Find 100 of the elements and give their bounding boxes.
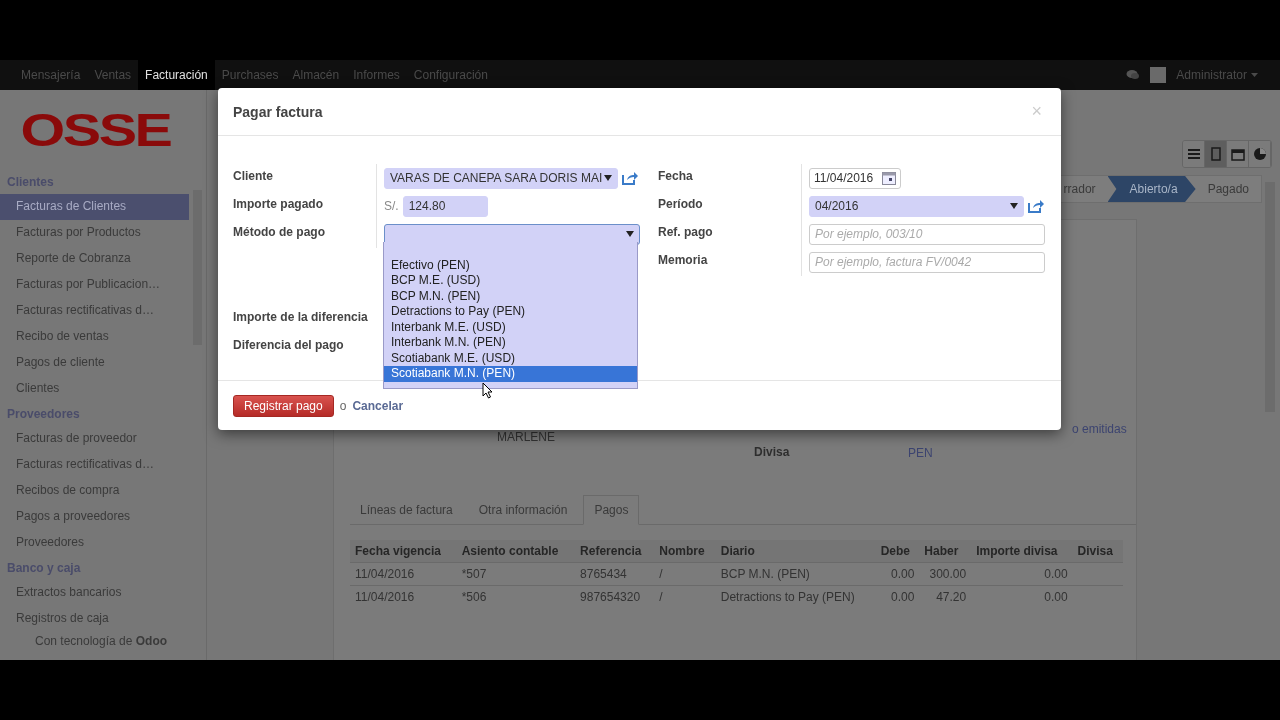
cancel-link[interactable]: Cancelar [352, 398, 404, 413]
or-text: o [339, 398, 347, 413]
dropdown-option[interactable]: Scotiabank M.E. (USD) [384, 350, 637, 366]
table-cell: Detractions to Pay (PEN) [715, 585, 876, 608]
payment-method-select[interactable] [384, 223, 640, 245]
external-link-icon[interactable] [622, 171, 638, 185]
column-header: Haber [919, 540, 972, 563]
chat-icon[interactable] [1126, 69, 1141, 81]
table-cell: 11/04/2016 [350, 562, 457, 586]
table-cell: 47.20 [919, 585, 972, 608]
sidebar-item[interactable]: Recibo de ventas [0, 324, 189, 350]
dropdown-option[interactable]: Interbank M.N. (PEN) [384, 335, 637, 351]
table-cell: BCP M.N. (PEN) [715, 562, 876, 586]
calendar-icon[interactable] [882, 171, 896, 185]
reference-field[interactable]: Por ejemplo, 003/10 [809, 223, 1045, 245]
view-button[interactable] [1205, 141, 1227, 167]
sidebar-item[interactable]: Facturas por Publicacion… [0, 272, 189, 298]
column-header: Divisa [1072, 540, 1123, 563]
mouse-cursor-icon [482, 382, 493, 399]
sidebar-item[interactable]: Clientes [0, 376, 189, 402]
dropdown-option[interactable]: Scotiabank M.N. (PEN) [384, 366, 637, 382]
sidebar-item[interactable]: Facturas por Productos [0, 220, 189, 246]
field-label: Diferencia del pago [233, 338, 345, 352]
close-button[interactable]: × [1027, 101, 1046, 122]
field-label: Cliente [233, 169, 274, 183]
column-header: Debe [875, 540, 920, 563]
dropdown-option[interactable]: Efectivo (PEN) [384, 257, 637, 273]
table-cell: 0.00 [875, 585, 920, 608]
amount-field[interactable]: 124.80 [402, 195, 488, 217]
user-menu[interactable]: Administrator [1176, 68, 1258, 82]
dropdown-option[interactable]: BCP M.E. (USD) [384, 273, 637, 289]
register-payment-button[interactable]: Registrar pago [233, 394, 334, 417]
table-cell: 0.00 [971, 562, 1073, 586]
field-label: Período [658, 197, 704, 211]
customer-select[interactable]: VARAS DE CANEPA SARA DORIS MAI [384, 167, 618, 189]
sidebar-item[interactable]: Extractos bancarios [0, 580, 189, 606]
currency-symbol: S/. [384, 199, 399, 213]
sidebar-item[interactable]: Reporte de Cobranza [0, 246, 189, 272]
field-label: Divisa [754, 445, 790, 459]
sidebar-item[interactable]: Facturas rectificativas d… [0, 298, 189, 324]
date-field[interactable]: 11/04/2016 [809, 167, 901, 189]
caret-icon [604, 175, 612, 181]
menu-item[interactable]: Purchases [214, 60, 286, 90]
view-button[interactable] [1249, 141, 1271, 167]
column-header: Diario [715, 540, 876, 563]
menu-item[interactable]: Ventas [87, 60, 139, 90]
sidebar-item[interactable]: Facturas de proveedor [0, 426, 189, 452]
powered-by-text: Con tecnología de Odoo [34, 633, 169, 648]
menu-item[interactable]: Mensajería [14, 60, 88, 90]
table-cell: / [654, 585, 716, 608]
column-header: Referencia [575, 540, 655, 563]
column-header: Nombre [654, 540, 716, 563]
dropdown-option[interactable]: Interbank M.E. (USD) [384, 319, 637, 335]
menu-item[interactable]: Facturación [138, 60, 215, 90]
table-cell: *507 [456, 562, 576, 586]
avatar [1150, 67, 1167, 83]
field-label: Fecha [658, 169, 694, 183]
status-stage[interactable]: Abierto/a [1107, 176, 1196, 202]
tab[interactable]: Líneas de factura [350, 495, 463, 524]
caret-icon [626, 231, 634, 237]
sidebar-item[interactable]: Facturas rectificativas d… [0, 452, 189, 478]
view-button[interactable] [1183, 141, 1205, 167]
sidebar-item[interactable]: Pagos de cliente [0, 350, 189, 376]
form-icon [1210, 147, 1221, 161]
sidebar-item[interactable]: Registros de caja [0, 606, 189, 632]
list-icon [1187, 149, 1200, 159]
column-header: Asiento contable [456, 540, 576, 563]
sidebar-item[interactable]: Pagos a proveedores [0, 504, 189, 530]
column-header: Fecha vigencia [350, 540, 457, 563]
period-select[interactable]: 04/2016 [809, 195, 1024, 217]
tab[interactable]: Otra información [468, 495, 578, 524]
table-cell: 300.00 [919, 562, 972, 586]
partner-name: MARLENE [497, 430, 555, 444]
table-cell: 0.00 [971, 585, 1073, 608]
logo: OSSE [19, 103, 172, 158]
external-link-icon[interactable] [1028, 199, 1044, 213]
menu-item[interactable]: Almacén [285, 60, 347, 90]
dropdown-option[interactable]: BCP M.N. (PEN) [384, 288, 637, 304]
tab[interactable]: Pagos [583, 495, 640, 525]
field-label: Memoria [658, 253, 709, 267]
memo-field[interactable]: Por ejemplo, factura FV/0042 [809, 251, 1045, 273]
menu-item[interactable]: Informes [346, 60, 407, 90]
caret-icon [1251, 73, 1258, 77]
note-text: o emitidas [1072, 422, 1127, 436]
table-cell: 0.00 [875, 562, 920, 586]
view-button[interactable] [1227, 141, 1249, 167]
field-label: Ref. pago [658, 225, 714, 239]
sidebar-item[interactable]: Facturas de Clientes [0, 194, 189, 220]
pie-chart-icon [1252, 147, 1267, 161]
table-cell: 11/04/2016 [350, 585, 457, 608]
table-cell: 8765434 [575, 562, 655, 586]
dropdown-option[interactable]: Detractions to Pay (PEN) [384, 304, 637, 320]
table-cell: / [654, 562, 716, 586]
field-label: Importe pagado [233, 197, 324, 211]
sidebar-item[interactable]: Recibos de compra [0, 478, 189, 504]
status-stage[interactable]: Pagado [1195, 176, 1261, 202]
menu-item[interactable]: Configuración [406, 60, 495, 90]
table-cell: *506 [456, 585, 576, 608]
dialog-title: Pagar factura [233, 103, 323, 120]
sidebar-item[interactable]: Proveedores [0, 530, 189, 556]
